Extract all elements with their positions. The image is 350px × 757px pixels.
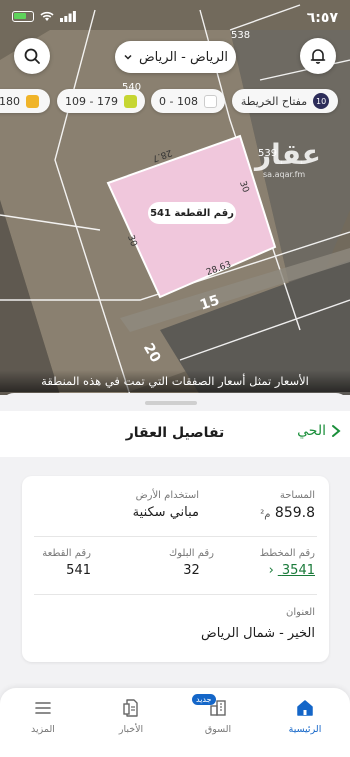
divider bbox=[34, 594, 317, 595]
plot-number-label: رقم القطعة bbox=[42, 548, 91, 559]
back-to-district-button[interactable]: الحي bbox=[297, 423, 342, 439]
battery-icon bbox=[12, 11, 34, 22]
nav-more-label: المزيد bbox=[31, 724, 55, 735]
plan-value: 3541 bbox=[281, 563, 315, 578]
block-field: رقم البلوك 32 bbox=[169, 548, 214, 578]
block-value: 32 bbox=[183, 563, 200, 578]
sheet-drag-handle[interactable] bbox=[145, 401, 197, 405]
nav-more[interactable]: المزيد bbox=[8, 698, 78, 735]
notifications-button[interactable] bbox=[300, 38, 336, 74]
area-unit: م² bbox=[260, 509, 271, 520]
map-key-label: مفتاح الخريطة bbox=[240, 94, 308, 108]
plan-number-link[interactable]: 3541 ‹ bbox=[260, 563, 315, 578]
city-selector[interactable]: الرياض - الرياض bbox=[115, 41, 236, 73]
new-badge: جديد bbox=[192, 694, 216, 705]
nav-news[interactable]: الأخبار bbox=[96, 698, 166, 735]
status-icons bbox=[12, 11, 76, 22]
search-icon bbox=[24, 48, 40, 64]
nav-home-label: الرئيسية bbox=[288, 724, 322, 735]
legend-label-high: 180 bbox=[0, 94, 20, 108]
legend-item-mid[interactable]: 109 - 179 bbox=[57, 89, 145, 113]
plan-label: رقم المخطط bbox=[259, 548, 315, 559]
nav-news-label: الأخبار bbox=[118, 724, 144, 735]
area-value: 859.8 bbox=[274, 505, 315, 521]
map-key-count: 10 bbox=[313, 93, 330, 109]
address-field: العنوان الخير - شمال الرياض bbox=[201, 607, 315, 641]
address-label: العنوان bbox=[286, 607, 315, 618]
home-icon bbox=[297, 700, 313, 716]
watermark-url: sa.aqar.fm bbox=[263, 170, 306, 179]
wifi-icon bbox=[40, 11, 54, 21]
news-icon bbox=[123, 699, 138, 717]
back-label: الحي bbox=[297, 423, 326, 439]
area-value-row: 859.8 م² bbox=[260, 505, 315, 521]
divider bbox=[34, 536, 317, 537]
map-view[interactable]: عقار sa.aqar.fm 538 540 539 28.7 30 30 2… bbox=[0, 0, 350, 395]
legend-item-high[interactable]: 180 bbox=[0, 89, 50, 113]
legend-swatch-mid bbox=[123, 94, 137, 108]
chevron-down-icon bbox=[124, 54, 132, 60]
area-label: المساحة bbox=[279, 490, 315, 501]
plan-field: رقم المخطط 3541 ‹ bbox=[260, 548, 315, 578]
chevron-left-icon: ‹ bbox=[268, 563, 274, 578]
plot-marker-539: 539 bbox=[258, 148, 278, 159]
selected-plot-label[interactable]: رقم القطعة 541 bbox=[148, 202, 236, 224]
map-key-button[interactable]: مفتاح الخريطة 10 bbox=[232, 89, 338, 113]
price-note: الأسعار تمثل أسعار الصفقات التي تمت في ه… bbox=[0, 370, 350, 392]
search-button[interactable] bbox=[14, 38, 50, 74]
block-label: رقم البلوك bbox=[168, 548, 214, 559]
legend-label-mid: 109 - 179 bbox=[65, 94, 118, 108]
nav-market-label: السوق bbox=[204, 724, 232, 735]
status-time: ٦:٥٧ bbox=[306, 10, 338, 26]
bell-icon bbox=[310, 49, 326, 64]
plot-number-value: 541 bbox=[66, 563, 91, 578]
property-info-card: المساحة 859.8 م² استخدام الأرض مباني سكن… bbox=[22, 476, 329, 662]
menu-icon bbox=[35, 702, 51, 714]
plot-number-field: رقم القطعة 541 bbox=[42, 548, 91, 578]
nav-home[interactable]: الرئيسية bbox=[270, 698, 340, 735]
legend-swatch-high bbox=[26, 94, 39, 108]
legend-item-low[interactable]: 0 - 108 bbox=[151, 89, 225, 113]
signal-icon bbox=[60, 11, 76, 22]
land-use-value: مباني سكنية bbox=[132, 505, 199, 520]
land-use-field: استخدام الأرض مباني سكنية bbox=[133, 490, 199, 520]
status-bar: ٦:٥٧ bbox=[0, 8, 350, 30]
legend-label-low: 0 - 108 bbox=[159, 94, 198, 108]
legend-swatch-low bbox=[203, 94, 217, 108]
bottom-nav: الرئيسية السوق الأخبار المزيد bbox=[0, 688, 350, 757]
area-field: المساحة 859.8 م² bbox=[260, 490, 315, 521]
sheet-header: تفاصيل العقار الحي bbox=[0, 411, 350, 457]
chevron-right-icon bbox=[332, 425, 341, 437]
plot-marker-538: 538 bbox=[231, 30, 251, 41]
city-selector-label: الرياض - الرياض bbox=[138, 49, 229, 65]
land-use-label: استخدام الأرض bbox=[135, 490, 199, 501]
address-value: الخير - شمال الرياض bbox=[200, 626, 315, 641]
